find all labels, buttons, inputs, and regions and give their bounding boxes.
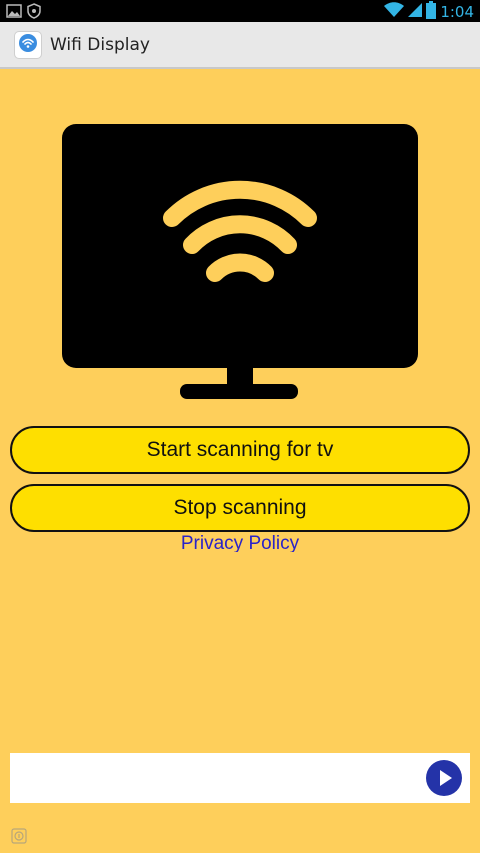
start-scanning-button[interactable]: Start scanning for tv — [10, 426, 470, 474]
stop-scanning-button[interactable]: Stop scanning — [10, 484, 470, 532]
app-icon — [14, 30, 42, 59]
tv-wifi-illustration — [62, 124, 418, 404]
shield-icon — [26, 3, 42, 23]
tv-stand-neck — [227, 368, 253, 386]
play-icon[interactable] — [426, 760, 462, 796]
cell-signal-icon — [408, 2, 423, 22]
wifi-icon — [18, 33, 38, 57]
battery-icon — [426, 1, 437, 23]
ad-info-icon[interactable] — [11, 828, 27, 848]
wifi-wave-inner — [206, 253, 274, 282]
privacy-policy-label: Privacy Policy — [180, 533, 300, 552]
action-bar: Wifi Display — [0, 22, 480, 69]
status-bar: 1:04 — [0, 0, 480, 22]
app-title: Wifi Display — [50, 34, 150, 55]
wifi-icon — [384, 2, 405, 22]
tv-screen — [62, 124, 418, 368]
gallery-icon — [6, 3, 22, 23]
ad-banner[interactable] — [10, 753, 470, 803]
tv-stand-base — [180, 384, 298, 399]
status-clock: 1:04 — [440, 3, 474, 21]
privacy-policy-link[interactable]: Privacy Policy — [0, 532, 480, 552]
